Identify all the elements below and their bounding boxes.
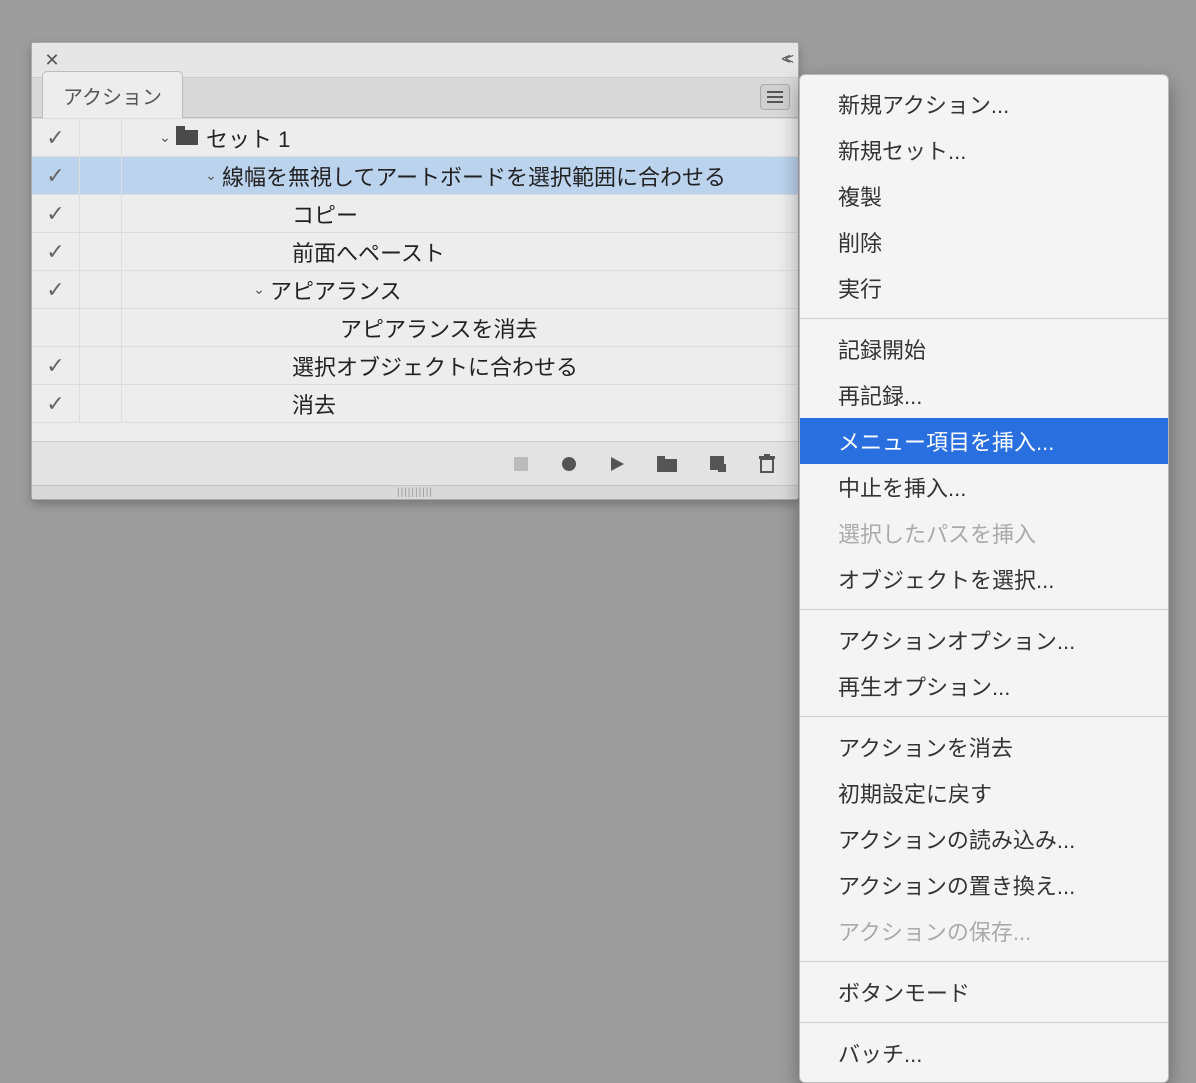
new-set-icon[interactable] (656, 455, 678, 473)
menu-item-batch[interactable]: バッチ... (800, 1030, 1168, 1076)
stop-icon[interactable] (512, 455, 530, 473)
panel-menu-button[interactable] (760, 84, 790, 110)
menu-item-new-set[interactable]: 新規セット... (800, 127, 1168, 173)
close-icon[interactable]: ✕ (42, 50, 62, 71)
tree-row-step[interactable]: ✓ 前面へペースト (32, 233, 798, 271)
checkmark-icon[interactable]: ✓ (46, 241, 64, 263)
tab-actions[interactable]: アクション (42, 71, 183, 118)
menu-item-load-actions[interactable]: アクションの読み込み... (800, 816, 1168, 862)
tree-row-step[interactable]: ✓ 消去 (32, 385, 798, 423)
row-label: 選択オブジェクトに合わせる (292, 350, 578, 382)
collapse-icon[interactable]: << (781, 51, 788, 69)
checkmark-icon[interactable]: ✓ (46, 279, 64, 301)
checkmark-column[interactable] (32, 309, 80, 346)
menu-item-rerecord[interactable]: 再記録... (800, 372, 1168, 418)
menu-separator (800, 318, 1168, 319)
modal-column[interactable] (80, 309, 122, 346)
row-label: 前面へペースト (292, 236, 445, 268)
actions-panel: ✕ << アクション ✓ ⌄ セット 1 ✓ ⌄ (31, 42, 799, 500)
panel-flyout-menu: 新規アクション... 新規セット... 複製 削除 実行 記録開始 再記録...… (799, 74, 1169, 1083)
menu-item-insert-stop[interactable]: 中止を挿入... (800, 464, 1168, 510)
menu-item-action-options[interactable]: アクションオプション... (800, 617, 1168, 663)
checkmark-icon[interactable]: ✓ (46, 165, 64, 187)
modal-column[interactable] (80, 233, 122, 270)
modal-column[interactable] (80, 157, 122, 194)
panel-tab-row: アクション (32, 78, 798, 118)
menu-item-play-options[interactable]: 再生オプション... (800, 663, 1168, 709)
modal-column[interactable] (80, 119, 122, 156)
tree-row-set[interactable]: ✓ ⌄ セット 1 (32, 119, 798, 157)
menu-item-button-mode[interactable]: ボタンモード (800, 969, 1168, 1015)
menu-item-replace-actions[interactable]: アクションの置き換え... (800, 862, 1168, 908)
menu-item-clear-actions[interactable]: アクションを消去 (800, 724, 1168, 770)
folder-icon (176, 130, 198, 145)
chevron-down-icon[interactable]: ⌄ (154, 129, 176, 146)
checkmark-icon[interactable]: ✓ (46, 203, 64, 225)
menu-item-save-actions: アクションの保存... (800, 908, 1168, 954)
tree-row-substep[interactable]: アピアランスを消去 (32, 309, 798, 347)
resize-grip[interactable]: |||||||||| (32, 485, 798, 499)
tree-row-step[interactable]: ✓ コピー (32, 195, 798, 233)
menu-item-insert-menu-item[interactable]: メニュー項目を挿入... (800, 418, 1168, 464)
menu-item-delete[interactable]: 削除 (800, 219, 1168, 265)
modal-column[interactable] (80, 271, 122, 308)
tree-row-action[interactable]: ✓ ⌄ 線幅を無視してアートボードを選択範囲に合わせる (32, 157, 798, 195)
modal-column[interactable] (80, 347, 122, 384)
trash-icon[interactable] (758, 454, 776, 474)
chevron-down-icon[interactable]: ⌄ (200, 167, 222, 184)
menu-separator (800, 961, 1168, 962)
menu-item-play[interactable]: 実行 (800, 265, 1168, 311)
menu-item-new-action[interactable]: 新規アクション... (800, 81, 1168, 127)
row-label: コピー (292, 198, 358, 230)
tree-row-step-group[interactable]: ✓ ⌄ アピアランス (32, 271, 798, 309)
row-label: 線幅を無視してアートボードを選択範囲に合わせる (222, 160, 726, 192)
hamburger-icon (767, 91, 783, 93)
row-label: アピアランスを消去 (340, 312, 538, 344)
modal-column[interactable] (80, 195, 122, 232)
row-label: セット 1 (206, 122, 290, 154)
menu-separator (800, 716, 1168, 717)
row-label: 消去 (292, 388, 336, 420)
menu-item-reset-defaults[interactable]: 初期設定に戻す (800, 770, 1168, 816)
tab-label: アクション (63, 87, 162, 109)
chevron-down-icon[interactable]: ⌄ (248, 281, 270, 298)
menu-item-start-record[interactable]: 記録開始 (800, 326, 1168, 372)
play-icon[interactable] (608, 455, 626, 473)
panel-footer (32, 441, 798, 485)
record-icon[interactable] (560, 455, 578, 473)
menu-separator (800, 1022, 1168, 1023)
row-label: アピアランス (270, 274, 402, 306)
menu-item-select-object[interactable]: オブジェクトを選択... (800, 556, 1168, 602)
menu-item-duplicate[interactable]: 複製 (800, 173, 1168, 219)
tree-row-step[interactable]: ✓ 選択オブジェクトに合わせる (32, 347, 798, 385)
checkmark-icon[interactable]: ✓ (46, 127, 64, 149)
modal-column[interactable] (80, 385, 122, 422)
checkmark-icon[interactable]: ✓ (46, 393, 64, 415)
new-action-icon[interactable] (708, 454, 728, 474)
menu-item-insert-selected-path: 選択したパスを挿入 (800, 510, 1168, 556)
actions-tree: ✓ ⌄ セット 1 ✓ ⌄ 線幅を無視してアートボードを選択範囲に合わせる ✓ … (32, 118, 798, 441)
checkmark-icon[interactable]: ✓ (46, 355, 64, 377)
menu-separator (800, 609, 1168, 610)
tree-spacer (32, 423, 798, 441)
